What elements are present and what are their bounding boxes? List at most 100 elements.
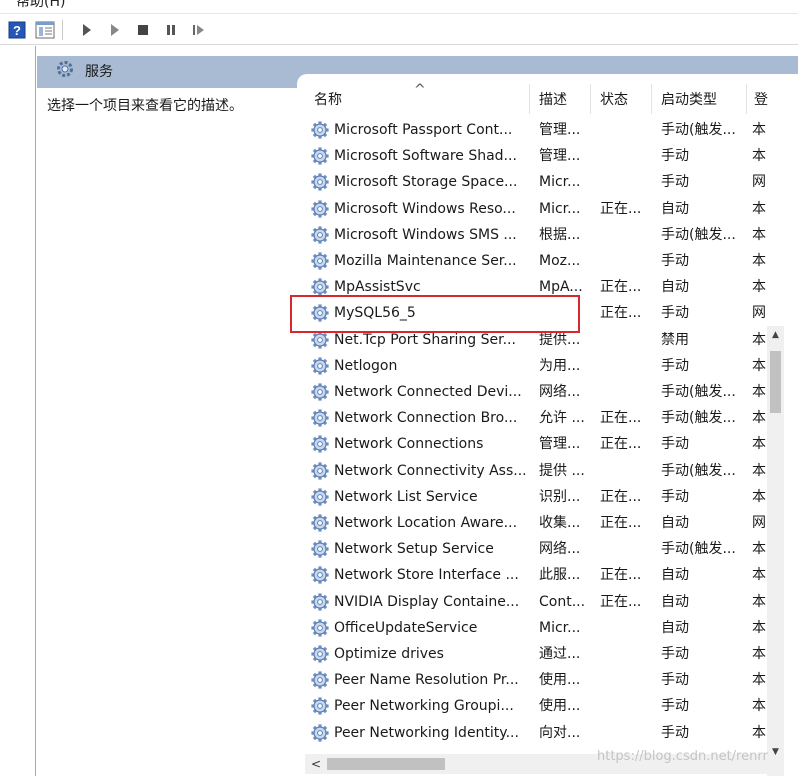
service-gear-icon — [310, 723, 330, 743]
service-description: 此服... — [539, 567, 581, 584]
service-gear-icon — [310, 199, 330, 219]
service-status: 正在... — [600, 410, 642, 427]
service-description: 向对... — [539, 724, 581, 741]
service-name: Netlogon — [334, 357, 398, 374]
service-gear-icon — [310, 618, 330, 638]
service-name: Network Setup Service — [334, 541, 494, 558]
service-row[interactable]: Microsoft Storage Space... Micr... 手动 网 — [297, 169, 767, 195]
service-description: 使用... — [539, 672, 581, 689]
services-list[interactable]: 名称 ^ 描述 状态 启动类型 登 Microsoft Passport Con… — [297, 74, 798, 776]
service-row[interactable]: Network Connection Bro... 允许 ... 正在... 手动(触… — [297, 405, 767, 431]
description-text: 选择一个项目来查看它的描述。 — [47, 98, 243, 114]
service-row[interactable]: Network Connections 管理... 正在... 手动本 — [297, 431, 767, 457]
service-start-type: 自动 — [661, 619, 689, 636]
service-row[interactable]: Network Location Aware... 收集... 正在... 自动网 — [297, 510, 767, 536]
service-description: 提供 ... — [539, 462, 585, 479]
service-row[interactable]: Microsoft Software Shad... 管理... 手动 本 — [297, 143, 767, 169]
service-name: Microsoft Passport Cont... — [334, 122, 513, 138]
service-name: Peer Name Resolution Pr... — [334, 672, 519, 689]
service-gear-icon — [310, 251, 330, 271]
horizontal-scroll-thumb[interactable] — [327, 758, 445, 770]
column-header-desc[interactable]: 描述 — [530, 84, 591, 114]
service-row[interactable]: OfficeUpdateService Micr... 自动本 — [297, 615, 767, 641]
scroll-down-arrow-icon[interactable]: ▼ — [767, 743, 784, 760]
service-row[interactable]: NVIDIA Display Containe... Cont... 正在... 自动… — [297, 589, 767, 615]
service-row[interactable]: Peer Name Resolution Pr... 使用... 手动本 — [297, 667, 767, 693]
service-start-type: 手动 — [661, 672, 689, 689]
service-gear-icon — [310, 146, 330, 166]
service-start-type: 手动 — [661, 357, 689, 374]
svg-text:?: ? — [13, 23, 21, 38]
service-gear-icon — [310, 539, 330, 559]
service-description: Moz... — [539, 253, 581, 269]
service-status: 正在... — [600, 515, 642, 531]
service-status — [600, 461, 658, 481]
service-logon-as: 本 — [752, 148, 766, 165]
scroll-left-arrow-icon[interactable]: < — [309, 756, 323, 772]
column-header-state[interactable]: 状态 — [591, 84, 652, 114]
service-status — [600, 356, 658, 376]
column-desc-label: 描述 — [539, 92, 567, 108]
service-row[interactable]: Peer Networking Identity... 向对... 手动本 — [297, 720, 767, 746]
console-tree-pane — [0, 46, 36, 776]
service-gear-icon — [310, 592, 330, 612]
start-icon[interactable] — [76, 19, 98, 41]
resume-icon[interactable] — [188, 19, 210, 41]
service-name: Network Store Interface ... — [334, 567, 519, 584]
service-description: 管理... — [539, 148, 581, 165]
service-description: Micr... — [539, 200, 581, 217]
service-name: Network List Service — [334, 488, 478, 505]
service-row[interactable]: Microsoft Windows SMS ... 根据... 手动(触发... 本 — [297, 222, 767, 248]
service-name: Microsoft Windows SMS ... — [334, 226, 517, 243]
column-logon-label: 登 — [754, 92, 768, 108]
service-start-type: 自动 — [661, 593, 689, 610]
service-row[interactable]: Microsoft Windows Reso... Micr... 正在... 自动 本 — [297, 196, 767, 222]
service-description: 通过... — [539, 646, 581, 662]
show-hide-pane-icon[interactable] — [34, 19, 56, 41]
service-name: NVIDIA Display Containe... — [334, 593, 520, 610]
vertical-scrollbar[interactable]: ▲ ▼ — [767, 326, 784, 776]
service-status: 正在... — [600, 436, 642, 453]
service-row[interactable]: Peer Networking Groupi... 使用... 手动本 — [297, 693, 767, 719]
service-start-type: 手动 — [661, 253, 689, 269]
service-gear-icon — [310, 644, 330, 664]
service-status: 正在... — [600, 200, 642, 217]
service-gear-icon — [310, 513, 330, 533]
service-row[interactable]: Netlogon 为用... 手动本 — [297, 353, 767, 379]
column-header-logon[interactable]: 登 — [747, 84, 787, 114]
start-outline-icon[interactable] — [104, 19, 126, 41]
stop-icon[interactable] — [132, 19, 154, 41]
service-status — [600, 670, 658, 690]
service-start-type: 手动 — [661, 436, 689, 453]
service-start-type: 手动(触发... — [661, 541, 736, 558]
service-row[interactable]: Network Store Interface ... 此服... 正在... 自动本 — [297, 562, 767, 588]
services-gear-icon — [55, 59, 75, 83]
help-icon[interactable]: ? — [6, 19, 28, 41]
service-gear-icon — [310, 434, 330, 454]
service-row[interactable]: Network List Service 识别... 正在... 手动本 — [297, 484, 767, 510]
service-status — [600, 382, 658, 402]
service-row[interactable]: Network Setup Service 网络... 手动(触发... 本 — [297, 536, 767, 562]
service-description: 允许 ... — [539, 410, 585, 427]
service-row[interactable]: Network Connected Devi... 网络... 手动(触发... 本 — [297, 379, 767, 405]
column-header-name[interactable]: 名称 ^ — [297, 82, 530, 114]
column-header-start-type[interactable]: 启动类型 — [652, 84, 747, 114]
service-row[interactable]: Network Connectivity Ass... 提供 ... 手动(触发..… — [297, 458, 767, 484]
service-name: Microsoft Windows Reso... — [334, 200, 516, 217]
service-row[interactable]: Microsoft Passport Cont... 管理... 手动(触发... 本 — [297, 117, 767, 143]
scroll-up-arrow-icon[interactable]: ▲ — [767, 326, 784, 343]
menu-help[interactable]: 帮助(H) — [16, 0, 65, 11]
pause-icon[interactable] — [160, 19, 182, 41]
service-name: Network Connected Devi... — [334, 384, 522, 400]
service-start-type: 自动 — [661, 567, 689, 584]
service-logon-as: 本 — [752, 279, 766, 296]
vertical-scroll-thumb[interactable] — [770, 351, 781, 413]
service-description: 使用... — [539, 698, 581, 715]
service-row[interactable]: Mozilla Maintenance Ser... Moz... 手动 本 — [297, 248, 767, 274]
service-row[interactable]: Optimize drives 通过... 手动本 — [297, 641, 767, 667]
service-description: 为用... — [539, 357, 581, 374]
service-logon-as: 本 — [752, 122, 766, 138]
service-gear-icon — [310, 225, 330, 245]
service-start-type: 禁用 — [661, 331, 689, 348]
service-description: Micr... — [539, 174, 581, 191]
